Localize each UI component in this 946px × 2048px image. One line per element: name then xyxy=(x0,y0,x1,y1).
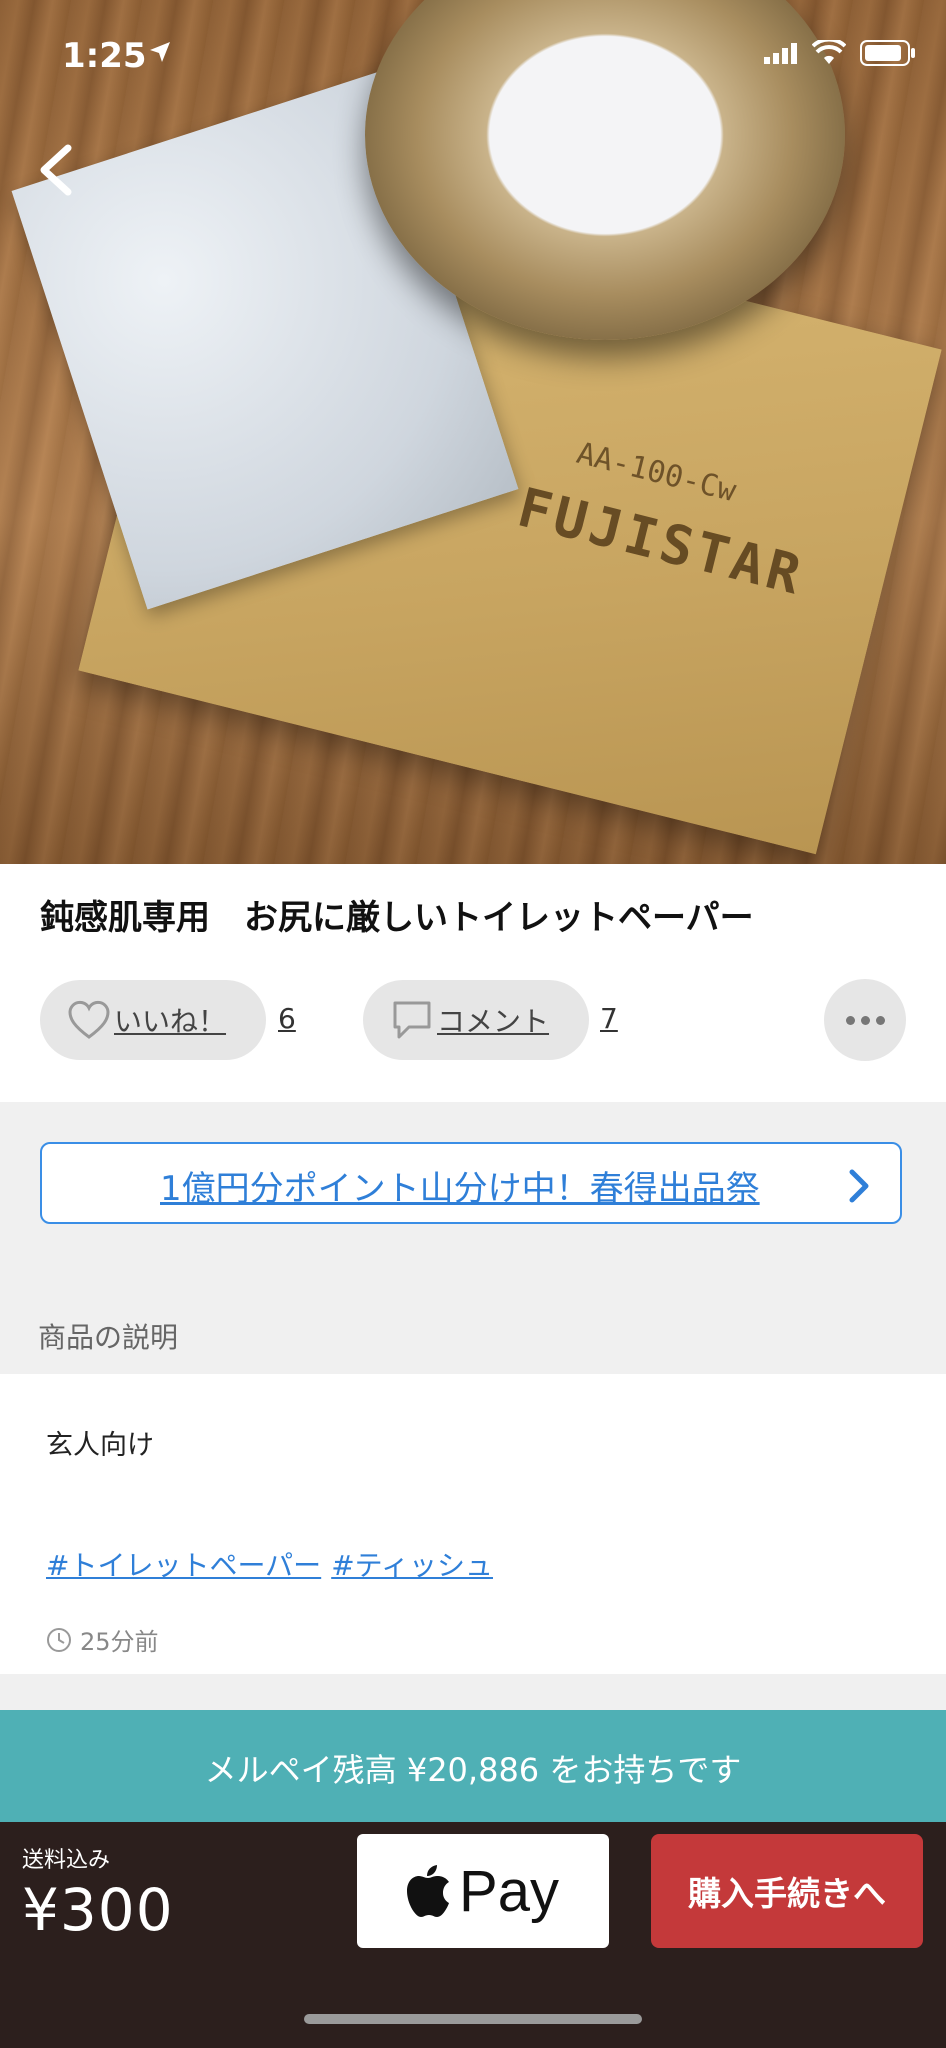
dot-icon xyxy=(860,1015,870,1025)
status-time: 1:25 xyxy=(62,36,147,76)
speech-bubble-icon xyxy=(393,1001,431,1039)
comment-count[interactable]: 7 xyxy=(600,1002,618,1035)
shipping-label: 送料込み xyxy=(22,1848,111,1873)
comment-label: コメント xyxy=(437,1005,550,1038)
chevron-left-icon xyxy=(40,144,72,196)
comment-button[interactable]: コメント xyxy=(363,980,589,1060)
chevron-right-icon xyxy=(846,1166,874,1210)
clock-icon xyxy=(47,1627,71,1652)
posted-time: 25分前 xyxy=(46,1622,159,1657)
status-icons xyxy=(764,40,916,66)
home-indicator[interactable] xyxy=(304,2014,642,2024)
more-options-button[interactable] xyxy=(824,979,906,1061)
description-heading: 商品の説明 xyxy=(38,1321,179,1354)
campaign-text[interactable]: 1億円分ポイント山分け中！春得出品祭 xyxy=(160,1161,760,1210)
battery-icon xyxy=(860,40,915,66)
item-price: ¥300 xyxy=(22,1876,174,1944)
dot-icon xyxy=(845,1015,855,1025)
hashtag-link[interactable]: #トイレットペーパー xyxy=(46,1544,321,1584)
hashtag-link[interactable]: #ティッシュ xyxy=(331,1544,493,1584)
wifi-icon xyxy=(812,40,846,64)
merpay-balance-text: メルペイ残高 ¥20,886 をお持ちです xyxy=(204,1751,742,1789)
like-label: いいね！ xyxy=(114,1005,227,1038)
hashtag-list: #トイレットペーパー #ティッシュ xyxy=(46,1544,493,1584)
location-arrow-icon xyxy=(148,40,172,68)
apple-pay-button[interactable]: Pay xyxy=(357,1834,609,1948)
posted-time-text: 25分前 xyxy=(80,1628,159,1656)
purchase-button[interactable]: 購入手続きへ xyxy=(651,1834,923,1948)
heart-icon xyxy=(68,1000,110,1039)
description-body: 玄人向け xyxy=(46,1430,154,1461)
like-button[interactable]: いいね！ xyxy=(40,980,266,1060)
apple-pay-label: Pay xyxy=(459,1858,559,1924)
dot-icon xyxy=(875,1015,885,1025)
product-photo[interactable]: AA-100-Cw FUJISTAR xyxy=(0,0,946,864)
like-count[interactable]: 6 xyxy=(278,1002,296,1035)
signal-icon xyxy=(764,43,797,64)
back-button[interactable] xyxy=(28,140,88,200)
apple-logo-icon xyxy=(407,1865,450,1917)
item-title: 鈍感肌専用 お尻に厳しいトイレットペーパー xyxy=(40,898,754,938)
